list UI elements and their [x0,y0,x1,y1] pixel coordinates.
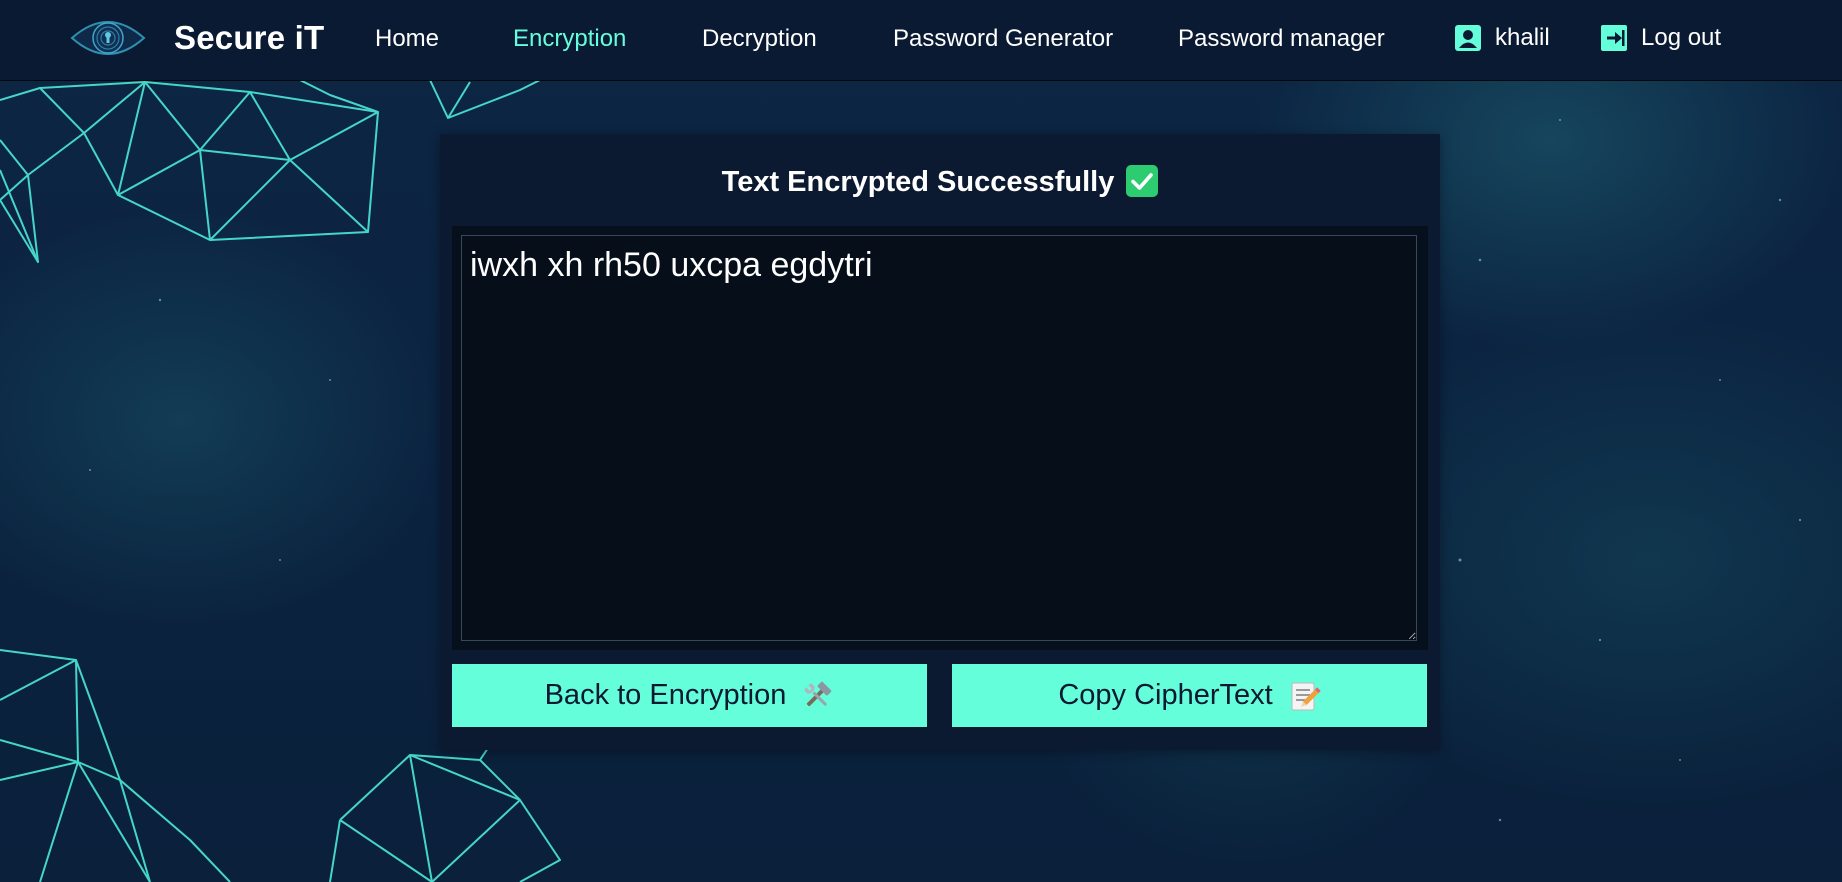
ciphertext-output[interactable]: iwxh xh rh50 uxcpa egdytri [461,235,1417,641]
top-navbar: Secure iT Home Encryption Decryption Pas… [0,0,1842,81]
user-badge-icon [1455,25,1481,51]
result-title: Text Encrypted Successfully [721,166,1115,198]
nav-link-password-manager[interactable]: Password manager [1178,25,1385,53]
eye-fingerprint-logo-icon[interactable] [70,12,146,64]
nav-logout[interactable]: Log out [1600,24,1721,52]
nav-user-profile[interactable]: khalil [1454,24,1550,52]
copy-ciphertext-button[interactable]: Copy CipherText [952,664,1427,727]
back-to-encryption-button[interactable]: Back to Encryption [452,664,927,727]
nav-link-password-generator[interactable]: Password Generator [893,25,1113,53]
nav-link-decryption[interactable]: Decryption [702,25,817,53]
check-mark-icon [1126,165,1159,197]
nav-user-label: khalil [1495,24,1550,51]
tools-icon [804,681,832,706]
back-to-encryption-label: Back to Encryption [544,679,787,711]
ciphertext-frame: iwxh xh rh50 uxcpa egdytri [452,226,1428,650]
result-heading: Text Encrypted Successfully [440,165,1440,199]
nav-logout-label: Log out [1641,24,1722,51]
encryption-result-card: Text Encrypted Successfully iwxh xh rh50… [440,134,1440,750]
logout-arrow-icon [1601,25,1627,51]
memo-pencil-icon [1291,682,1321,710]
brand-name[interactable]: Secure iT [174,19,324,57]
nav-link-home[interactable]: Home [375,25,439,53]
nav-link-encryption[interactable]: Encryption [513,25,626,53]
copy-ciphertext-label: Copy CipherText [1058,679,1273,711]
